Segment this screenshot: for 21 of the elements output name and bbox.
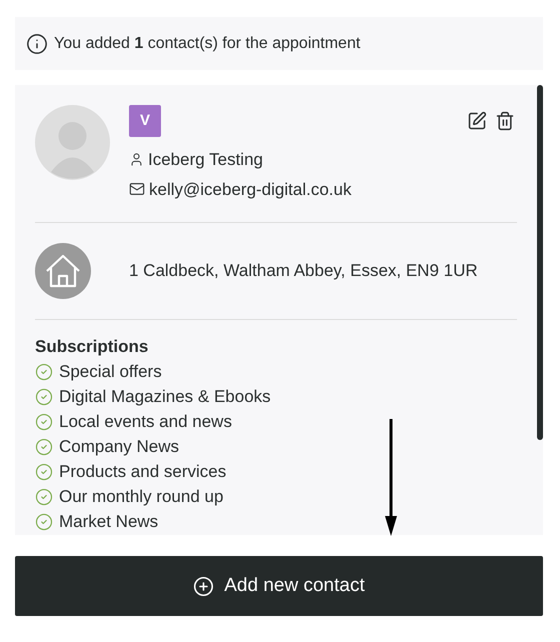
contact-address: 1 Caldbeck, Waltham Abbey, Essex, EN9 1UR: [129, 260, 478, 282]
info-icon: [26, 32, 48, 54]
contact-email: kelly@iceberg-digital.co.uk: [149, 178, 352, 200]
subscription-label: Digital Magazines & Ebooks: [59, 386, 271, 408]
subscription-label: Company News: [59, 436, 179, 458]
delete-button[interactable]: [495, 111, 515, 131]
contact-name: Iceberg Testing: [148, 149, 263, 171]
plus-icon: [193, 576, 214, 596]
info-message: You added 1 contact(s) for the appointment: [54, 34, 360, 54]
subscription-label: Market News: [59, 511, 158, 534]
person-icon: [129, 152, 144, 168]
subscription-label: Local events and news: [59, 411, 232, 434]
subscription-label: Products and services: [59, 461, 226, 484]
add-contact-button[interactable]: Add new contact: [15, 556, 543, 616]
edit-button[interactable]: [467, 111, 487, 131]
subscription-label: Special offers: [59, 361, 162, 384]
subscription-label: Our monthly round up: [59, 486, 224, 508]
subscriptions-heading: Subscriptions: [35, 336, 150, 358]
initial-badge: V: [129, 105, 161, 137]
mail-icon: [129, 181, 145, 198]
home-icon: [35, 243, 91, 299]
